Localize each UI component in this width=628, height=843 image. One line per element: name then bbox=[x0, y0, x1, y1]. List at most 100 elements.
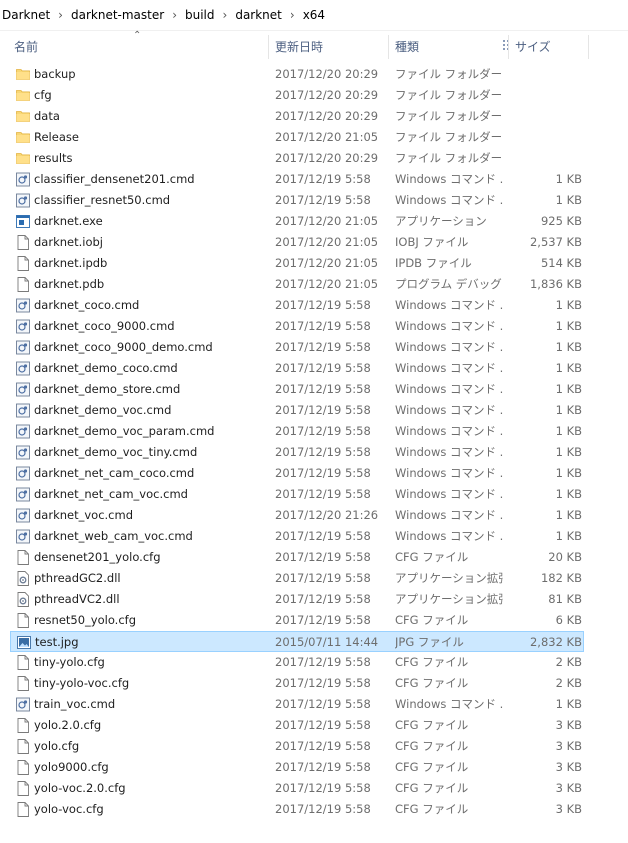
file-row[interactable]: results 2017/12/20 20:29 ファイル フォルダー bbox=[0, 148, 628, 169]
file-row[interactable]: darknet.exe 2017/12/20 21:05 アプリケーション 925 K… bbox=[0, 211, 628, 232]
file-type: CFG ファイル bbox=[395, 781, 469, 795]
file-type: CFG ファイル bbox=[395, 676, 469, 690]
file-date-modified: 2017/12/19 5:58 bbox=[275, 739, 371, 753]
exe-file-icon bbox=[16, 214, 30, 229]
breadcrumb-item-build[interactable]: build bbox=[185, 8, 215, 22]
column-header-date[interactable]: 更新日時 bbox=[275, 31, 385, 61]
file-size: 3 KB bbox=[555, 718, 582, 732]
file-row[interactable]: cfg 2017/12/20 20:29 ファイル フォルダー bbox=[0, 85, 628, 106]
file-row[interactable]: darknet_demo_voc.cmd 2017/12/19 5:58 Windo… bbox=[0, 400, 628, 421]
column-divider[interactable] bbox=[388, 35, 389, 59]
file-row[interactable]: yolo.cfg 2017/12/19 5:58 CFG ファイル 3 KB bbox=[0, 736, 628, 757]
cmd-file-icon bbox=[16, 382, 30, 397]
cmd-file-icon bbox=[16, 697, 30, 712]
file-type: ファイル フォルダー bbox=[395, 130, 503, 144]
file-name: resnet50_yolo.cfg bbox=[34, 613, 136, 627]
file-row[interactable]: darknet_net_cam_voc.cmd 2017/12/19 5:58 Wi… bbox=[0, 484, 628, 505]
column-header-size[interactable]: サイズ bbox=[515, 31, 585, 61]
file-type: ファイル フォルダー bbox=[395, 109, 503, 123]
file-type: Windows コマンド ... bbox=[395, 340, 503, 354]
file-date-modified: 2017/12/19 5:58 bbox=[275, 802, 371, 816]
cmd-file-icon bbox=[16, 529, 30, 544]
file-type: Windows コマンド ... bbox=[395, 403, 503, 417]
file-row[interactable]: Release 2017/12/20 21:05 ファイル フォルダー bbox=[0, 127, 628, 148]
file-row[interactable]: yolo-voc.cfg 2017/12/19 5:58 CFG ファイル 3 KB bbox=[0, 799, 628, 820]
column-divider[interactable] bbox=[588, 35, 589, 59]
file-row[interactable]: data 2017/12/20 20:29 ファイル フォルダー bbox=[0, 106, 628, 127]
file-row[interactable]: darknet_coco_9000_demo.cmd 2017/12/19 5:5… bbox=[0, 337, 628, 358]
breadcrumb-item-darknet[interactable]: Darknet bbox=[2, 8, 50, 22]
breadcrumb-item-darknet-master[interactable]: darknet-master bbox=[71, 8, 164, 22]
file-row[interactable]: darknet.ipdb 2017/12/20 21:05 IPDB ファイル 514… bbox=[0, 253, 628, 274]
file-size: 1 KB bbox=[555, 298, 582, 312]
file-type: Windows コマンド ... bbox=[395, 298, 503, 312]
file-name: results bbox=[34, 151, 73, 165]
chevron-right-icon[interactable]: › bbox=[172, 8, 177, 22]
file-size: 1 KB bbox=[555, 172, 582, 186]
cmd-file-icon bbox=[16, 172, 30, 187]
file-row[interactable]: tiny-yolo-voc.cfg 2017/12/19 5:58 CFG ファイル… bbox=[0, 673, 628, 694]
file-type: CFG ファイル bbox=[395, 760, 469, 774]
sort-ascending-icon: ⌃ bbox=[133, 30, 142, 41]
column-header-row: 名前 ⌃ 更新日時 種類 サイズ bbox=[0, 30, 628, 61]
file-row[interactable]: densenet201_yolo.cfg 2017/12/19 5:58 CFG フ… bbox=[0, 547, 628, 568]
file-size bbox=[502, 127, 582, 148]
file-date-modified: 2017/12/19 5:58 bbox=[275, 550, 371, 564]
file-date-modified: 2017/12/19 5:58 bbox=[275, 781, 371, 795]
column-header-type[interactable]: 種類 bbox=[395, 31, 505, 61]
file-name: yolo9000.cfg bbox=[34, 760, 109, 774]
file-row[interactable]: darknet_coco_9000.cmd 2017/12/19 5:58 Wind… bbox=[0, 316, 628, 337]
file-date-modified: 2017/12/19 5:58 bbox=[275, 529, 371, 543]
chevron-right-icon[interactable]: › bbox=[58, 8, 63, 22]
file-type: アプリケーション拡張 bbox=[395, 571, 503, 585]
file-row[interactable]: pthreadGC2.dll 2017/12/19 5:58 アプリケーション拡張 1… bbox=[0, 568, 628, 589]
file-row[interactable]: darknet_web_cam_voc.cmd 2017/12/19 5:58 Wi… bbox=[0, 526, 628, 547]
breadcrumb: Darknet › darknet-master › build › darkn… bbox=[0, 0, 628, 31]
cmd-file-icon bbox=[16, 508, 30, 523]
file-row[interactable]: pthreadVC2.dll 2017/12/19 5:58 アプリケーション拡張 8… bbox=[0, 589, 628, 610]
file-row[interactable]: darknet.iobj 2017/12/20 21:05 IOBJ ファイル 2,5… bbox=[0, 232, 628, 253]
file-row[interactable]: darknet_net_cam_coco.cmd 2017/12/19 5:58 W… bbox=[0, 463, 628, 484]
file-type: Windows コマンド ... bbox=[395, 508, 503, 522]
file-date-modified: 2017/12/20 20:29 bbox=[275, 88, 379, 102]
file-row[interactable]: darknet_demo_voc_tiny.cmd 2017/12/19 5:58… bbox=[0, 442, 628, 463]
file-name: data bbox=[34, 109, 60, 123]
file-row[interactable]: yolo.2.0.cfg 2017/12/19 5:58 CFG ファイル 3 KB bbox=[0, 715, 628, 736]
file-row[interactable]: backup 2017/12/20 20:29 ファイル フォルダー bbox=[0, 64, 628, 85]
file-icon bbox=[16, 655, 30, 670]
file-row[interactable]: yolo-voc.2.0.cfg 2017/12/19 5:58 CFG ファイル 3… bbox=[0, 778, 628, 799]
breadcrumb-item-x64[interactable]: x64 bbox=[303, 8, 325, 22]
breadcrumb-item-darknet-folder[interactable]: darknet bbox=[235, 8, 282, 22]
file-size: 925 KB bbox=[540, 214, 582, 228]
file-row[interactable]: darknet_demo_store.cmd 2017/12/19 5:58 Win… bbox=[0, 379, 628, 400]
file-row[interactable]: darknet_demo_voc_param.cmd 2017/12/19 5:5… bbox=[0, 421, 628, 442]
column-divider[interactable] bbox=[508, 35, 509, 59]
file-icon bbox=[16, 802, 30, 817]
file-row[interactable]: darknet_coco.cmd 2017/12/19 5:58 Windows コ… bbox=[0, 295, 628, 316]
file-type: Windows コマンド ... bbox=[395, 466, 503, 480]
chevron-right-icon[interactable]: › bbox=[290, 8, 295, 22]
file-row[interactable]: darknet_demo_coco.cmd 2017/12/19 5:58 Wind… bbox=[0, 358, 628, 379]
file-size bbox=[502, 85, 582, 106]
file-row[interactable]: test.jpg 2015/07/11 14:44 JPG ファイル 2,832 KB bbox=[10, 631, 584, 652]
file-row[interactable]: darknet_voc.cmd 2017/12/20 21:26 Windows コ… bbox=[0, 505, 628, 526]
file-row[interactable]: tiny-yolo.cfg 2017/12/19 5:58 CFG ファイル 2 KB bbox=[0, 652, 628, 673]
cmd-file-icon bbox=[16, 361, 30, 376]
file-row[interactable]: resnet50_yolo.cfg 2017/12/19 5:58 CFG ファイル… bbox=[0, 610, 628, 631]
file-row[interactable]: yolo9000.cfg 2017/12/19 5:58 CFG ファイル 3 KB bbox=[0, 757, 628, 778]
cmd-file-icon bbox=[16, 193, 30, 208]
file-row[interactable]: classifier_resnet50.cmd 2017/12/19 5:58 Wi… bbox=[0, 190, 628, 211]
file-row[interactable]: train_voc.cmd 2017/12/19 5:58 Windows コマンド… bbox=[0, 694, 628, 715]
file-name: darknet_net_cam_voc.cmd bbox=[34, 487, 188, 501]
file-type: IPDB ファイル bbox=[395, 256, 472, 270]
file-icon bbox=[16, 718, 30, 733]
file-size: 3 KB bbox=[555, 739, 582, 753]
file-date-modified: 2017/12/19 5:58 bbox=[275, 613, 371, 627]
file-row[interactable]: darknet.pdb 2017/12/20 21:05 プログラム デバッグ デ.… bbox=[0, 274, 628, 295]
file-name: densenet201_yolo.cfg bbox=[34, 550, 161, 564]
file-name: darknet_net_cam_coco.cmd bbox=[34, 466, 195, 480]
file-row[interactable]: classifier_densenet201.cmd 2017/12/19 5:5… bbox=[0, 169, 628, 190]
column-divider[interactable] bbox=[268, 35, 269, 59]
chevron-right-icon[interactable]: › bbox=[223, 8, 228, 22]
folder-icon bbox=[16, 109, 30, 124]
